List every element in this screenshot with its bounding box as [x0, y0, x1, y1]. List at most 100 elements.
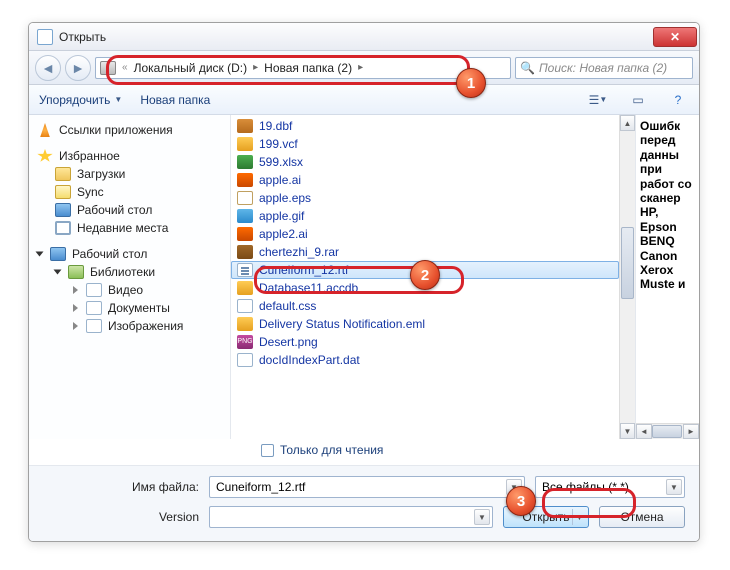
pictures-icon — [86, 319, 102, 333]
sidebar-item-downloads[interactable]: Загрузки — [37, 165, 230, 183]
file-row[interactable]: chertezhi_9.rar — [231, 243, 619, 261]
file-row[interactable]: docIdIndexPart.dat — [231, 351, 619, 369]
file-icon — [237, 353, 253, 367]
file-name: docIdIndexPart.dat — [259, 353, 360, 367]
file-icon — [237, 281, 253, 295]
recent-icon — [55, 221, 71, 235]
file-name: 199.vcf — [259, 137, 298, 151]
sidebar-item-documents[interactable]: Документы — [37, 299, 230, 317]
window-title: Открыть — [59, 30, 653, 44]
forward-button[interactable]: ► — [65, 55, 91, 81]
version-select[interactable]: ▼ — [209, 506, 493, 528]
file-icon — [237, 317, 253, 331]
preview-pane-button[interactable]: ▭ — [627, 90, 649, 110]
sidebar-item-video[interactable]: Видео — [37, 281, 230, 299]
preview-pane: Ошибк перед данны при работ со сканер HP… — [635, 115, 699, 439]
app-icon — [37, 29, 53, 45]
search-icon: 🔍 — [520, 61, 535, 75]
folder-icon — [55, 167, 71, 181]
back-button[interactable]: ◄ — [35, 55, 61, 81]
help-button[interactable]: ? — [667, 90, 689, 110]
file-row[interactable]: apple.ai — [231, 171, 619, 189]
desktop-icon — [50, 247, 66, 261]
file-row[interactable]: apple.gif — [231, 207, 619, 225]
sidebar-item-pictures[interactable]: Изображения — [37, 317, 230, 335]
file-row[interactable]: Delivery Status Notification.eml — [231, 315, 619, 333]
sidebar: Ссылки приложения Избранное Загрузки Syn… — [29, 115, 231, 439]
file-name: default.css — [259, 299, 316, 313]
documents-icon — [86, 301, 102, 315]
readonly-row: Только для чтения — [29, 439, 699, 466]
scroll-thumb[interactable] — [652, 425, 682, 438]
breadcrumb-folder[interactable]: Новая папка (2) — [264, 61, 352, 75]
desktop-icon — [55, 203, 71, 217]
file-icon — [237, 263, 253, 277]
sidebar-item-desktop2[interactable]: Рабочий стол — [37, 245, 230, 263]
chevron-right-icon — [73, 304, 78, 312]
file-name: apple.gif — [259, 209, 304, 223]
annotation-badge-3: 3 — [506, 486, 536, 516]
file-icon — [237, 227, 253, 241]
file-icon — [237, 299, 253, 313]
sidebar-item-recent[interactable]: Недавние места — [37, 219, 230, 237]
chevron-down-icon — [36, 252, 44, 257]
file-icon — [237, 245, 253, 259]
scroll-up-button[interactable]: ▲ — [620, 115, 635, 131]
file-row[interactable]: apple.eps — [231, 189, 619, 207]
sidebar-item-applinks[interactable]: Ссылки приложения — [37, 121, 230, 139]
horizontal-scrollbar[interactable]: ◄ ► — [636, 423, 699, 439]
file-row[interactable]: 599.xlsx — [231, 153, 619, 171]
annotation-badge-1: 1 — [456, 68, 486, 98]
nav-bar: ◄ ► « Локальный диск (D:) ▸ Новая папка … — [29, 51, 699, 85]
file-row[interactable]: PNG Desert.png — [231, 333, 619, 351]
chevron-down-icon[interactable]: ▼ — [666, 479, 682, 495]
readonly-label: Только для чтения — [280, 443, 383, 457]
file-name: Desert.png — [259, 335, 318, 349]
sidebar-item-favorites[interactable]: Избранное — [37, 147, 230, 165]
file-icon — [237, 155, 253, 169]
file-row[interactable]: default.css — [231, 297, 619, 315]
search-input[interactable]: 🔍 Поиск: Новая папка (2) — [515, 57, 693, 79]
breadcrumb-disk[interactable]: Локальный диск (D:) — [134, 61, 248, 75]
dialog-body: Ссылки приложения Избранное Загрузки Syn… — [29, 115, 699, 439]
chevron-down-icon[interactable]: ▼ — [572, 509, 586, 525]
video-icon — [86, 283, 102, 297]
file-name: 19.dbf — [259, 119, 292, 133]
organize-button[interactable]: Упорядочить ▼ — [39, 93, 122, 107]
libraries-icon — [68, 265, 84, 279]
file-row[interactable]: 199.vcf — [231, 135, 619, 153]
breadcrumb[interactable]: « Локальный диск (D:) ▸ Новая папка (2) … — [95, 57, 511, 79]
readonly-checkbox[interactable] — [261, 444, 274, 457]
file-row[interactable]: 19.dbf — [231, 117, 619, 135]
sidebar-item-desktop[interactable]: Рабочий стол — [37, 201, 230, 219]
file-icon: PNG — [237, 335, 253, 349]
close-button[interactable]: ✕ — [653, 27, 697, 47]
file-name: Database11.accdb — [259, 281, 358, 295]
scroll-down-button[interactable]: ▼ — [620, 423, 635, 439]
file-name: apple2.ai — [259, 227, 308, 241]
scroll-thumb[interactable] — [621, 227, 634, 299]
view-options-button[interactable]: ☰ ▼ — [587, 90, 609, 110]
filetype-filter[interactable]: Все файлы (*.*) ▼ — [535, 476, 685, 498]
bottom-panel: Имя файла: Cuneiform_12.rtf ▼ Все файлы … — [29, 466, 699, 542]
chevron-down-icon[interactable]: ▼ — [474, 509, 490, 525]
file-icon — [237, 173, 253, 187]
star-icon — [37, 149, 53, 163]
new-folder-button[interactable]: Новая папка — [140, 93, 210, 107]
search-placeholder: Поиск: Новая папка (2) — [539, 61, 667, 75]
chevron-down-icon — [54, 270, 62, 275]
sidebar-item-sync[interactable]: Sync — [37, 183, 230, 201]
folder-icon — [55, 185, 71, 199]
cancel-button[interactable]: Отмена — [599, 506, 685, 528]
file-name: Delivery Status Notification.eml — [259, 317, 425, 331]
file-name: 599.xlsx — [259, 155, 303, 169]
vertical-scrollbar[interactable]: ▲ ▼ — [619, 115, 635, 439]
scroll-right-button[interactable]: ► — [683, 424, 699, 439]
file-name: chertezhi_9.rar — [259, 245, 339, 259]
file-name: apple.ai — [259, 173, 301, 187]
file-row[interactable]: apple2.ai — [231, 225, 619, 243]
chevron-right-icon — [73, 322, 78, 330]
sidebar-item-libraries[interactable]: Библиотеки — [37, 263, 230, 281]
scroll-left-button[interactable]: ◄ — [636, 424, 652, 439]
filename-input[interactable]: Cuneiform_12.rtf ▼ — [209, 476, 525, 498]
